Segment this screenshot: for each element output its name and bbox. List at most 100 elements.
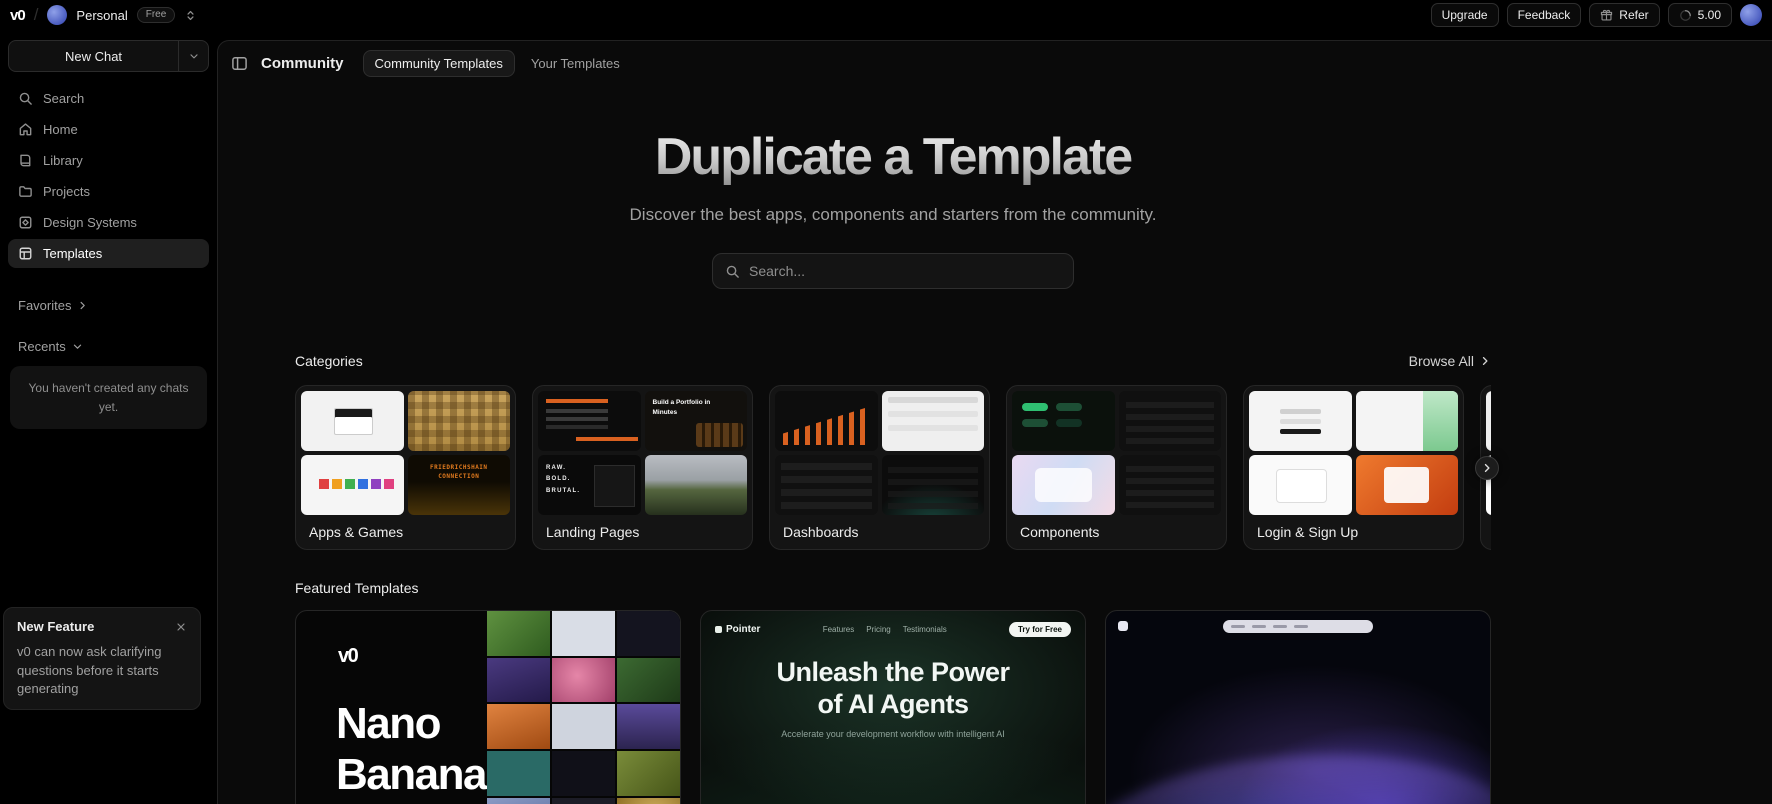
feedback-button[interactable]: Feedback <box>1506 3 1582 27</box>
category-card-login-signup[interactable]: Login & Sign Up <box>1243 385 1464 550</box>
template-thumbnail <box>881 455 984 515</box>
category-card-components[interactable]: Components <box>1006 385 1227 550</box>
category-card-apps-games[interactable]: FRIEDRICHSHAIN CONNECTION Apps & Games <box>295 385 516 550</box>
gift-icon <box>1600 9 1613 22</box>
nav-placeholder <box>1273 625 1287 628</box>
template-thumbnail <box>538 391 641 451</box>
plan-badge: Free <box>136 7 176 23</box>
chevron-down-icon <box>73 344 81 349</box>
categories-header: Categories Browse All <box>295 353 1491 369</box>
search-input[interactable] <box>749 263 1061 279</box>
featured-card-pointer[interactable]: Pointer Features Pricing Testimonials Tr… <box>700 610 1086 804</box>
library-icon <box>18 153 33 168</box>
feedback-label: Feedback <box>1517 8 1571 22</box>
new-chat-button[interactable]: New Chat <box>8 40 209 72</box>
photo-tile <box>552 751 615 796</box>
sidebar-nav: Search Home Library Projects Design Syst… <box>8 84 209 268</box>
photo-tile <box>487 797 550 804</box>
favorites-label: Favorites <box>18 298 72 313</box>
hero-subtitle: Discover the best apps, components and s… <box>629 205 1157 224</box>
close-icon[interactable] <box>175 621 187 633</box>
category-card-landing-pages[interactable]: Build a Portfolio in Minutes RAW. BOLD. … <box>532 385 753 550</box>
v0-logo: v0 <box>338 645 359 667</box>
template-thumbnail: FRIEDRICHSHAIN CONNECTION <box>407 455 510 515</box>
sidebar-item-label: Templates <box>43 246 103 261</box>
design-systems-icon <box>18 215 33 230</box>
sidebar-item-label: Search <box>43 91 85 106</box>
categories-section: Categories Browse All FRIEDRICHSHAIN CON… <box>295 353 1499 550</box>
sidebar: New Chat Search Home Library Projects De… <box>0 30 217 804</box>
mini-navbar: Pointer Features Pricing Testimonials Tr… <box>715 622 1071 637</box>
mini-navbar <box>1223 620 1373 633</box>
sidebar-section-favorites[interactable]: Favorites <box>8 298 209 313</box>
mini-nav-link: Testimonials <box>902 625 947 634</box>
mini-brand: Pointer <box>715 624 760 635</box>
sidebar-item-design-systems[interactable]: Design Systems <box>8 208 209 237</box>
thumbnail-text: Build a Portfolio in Minutes <box>652 399 711 416</box>
photo-grid <box>487 611 680 804</box>
user-avatar[interactable] <box>1740 4 1762 26</box>
chevrons-updown-icon[interactable] <box>184 9 197 22</box>
template-thumbnail <box>1355 455 1458 515</box>
photo-tile <box>617 657 680 703</box>
sidebar-item-search[interactable]: Search <box>8 84 209 113</box>
refer-button[interactable]: Refer <box>1589 3 1660 27</box>
sidebar-item-projects[interactable]: Projects <box>8 177 209 206</box>
category-card-dashboards[interactable]: Dashboards <box>769 385 990 550</box>
team-avatar[interactable] <box>47 5 68 25</box>
photo-tile <box>617 704 680 749</box>
template-thumbnail <box>881 391 984 451</box>
category-label: Components <box>1020 524 1100 540</box>
upgrade-button[interactable]: Upgrade <box>1430 3 1499 27</box>
sidebar-item-label: Library <box>43 153 83 168</box>
template-thumbnail <box>644 455 747 515</box>
templates-icon <box>18 246 33 261</box>
panel-toggle-icon[interactable] <box>231 55 248 72</box>
photo-tile <box>552 611 615 656</box>
mini-logo-icon <box>715 626 722 633</box>
featured-card-nano-banana[interactable]: v0 Nano Banana Pro <box>295 610 681 804</box>
credits-value: 5.00 <box>1697 8 1721 22</box>
search-icon <box>18 91 33 106</box>
tab-community-templates[interactable]: Community Templates <box>362 49 515 77</box>
new-feature-title: New Feature <box>17 619 95 635</box>
browse-all-link[interactable]: Browse All <box>1409 353 1491 369</box>
photo-tile <box>552 797 615 804</box>
template-thumbnail <box>1012 455 1115 515</box>
photo-tile <box>617 751 680 796</box>
recents-label: Recents <box>18 339 66 354</box>
featured-section: Featured Templates v0 Nano Banana Pro Po… <box>295 580 1491 804</box>
chevron-right-icon <box>81 301 86 310</box>
new-chat-dropdown[interactable] <box>178 41 208 71</box>
mini-nav-link: Features <box>822 625 855 634</box>
credits-icon <box>1679 9 1692 22</box>
upgrade-label: Upgrade <box>1441 8 1488 22</box>
sidebar-section-recents[interactable]: Recents <box>8 339 209 354</box>
template-thumbnail <box>775 391 878 451</box>
category-label: Landing Pages <box>546 524 640 540</box>
content: Duplicate a Template Discover the best a… <box>295 127 1499 804</box>
template-thumbnail <box>301 455 404 515</box>
featured-card-waves[interactable] <box>1105 610 1491 804</box>
home-icon <box>18 122 33 137</box>
team-name: Personal <box>76 7 128 23</box>
photo-tile <box>487 657 550 703</box>
template-search[interactable] <box>712 253 1074 289</box>
sidebar-item-templates[interactable]: Templates <box>8 239 209 268</box>
heading-line: of AI Agents <box>817 688 970 719</box>
photo-tile <box>552 704 615 749</box>
topbar-right: Upgrade Feedback Refer 5.00 <box>1430 3 1762 27</box>
mini-nav-links: Features Pricing Testimonials <box>760 625 1009 634</box>
nav-placeholder <box>1294 625 1308 628</box>
categories-carousel: FRIEDRICHSHAIN CONNECTION Apps & Games B… <box>295 385 1499 550</box>
hero-title: Duplicate a Template <box>295 127 1491 187</box>
new-chat-label: New Chat <box>64 48 123 64</box>
v0-logo[interactable]: v0 <box>10 7 26 24</box>
sidebar-item-home[interactable]: Home <box>8 115 209 144</box>
carousel-next-button[interactable] <box>1475 455 1499 480</box>
sidebar-item-library[interactable]: Library <box>8 146 209 175</box>
tab-your-templates[interactable]: Your Templates <box>519 50 632 77</box>
featured-title: Featured Templates <box>295 580 419 596</box>
nav-placeholder <box>1252 625 1266 628</box>
credits-button[interactable]: 5.00 <box>1667 3 1732 27</box>
